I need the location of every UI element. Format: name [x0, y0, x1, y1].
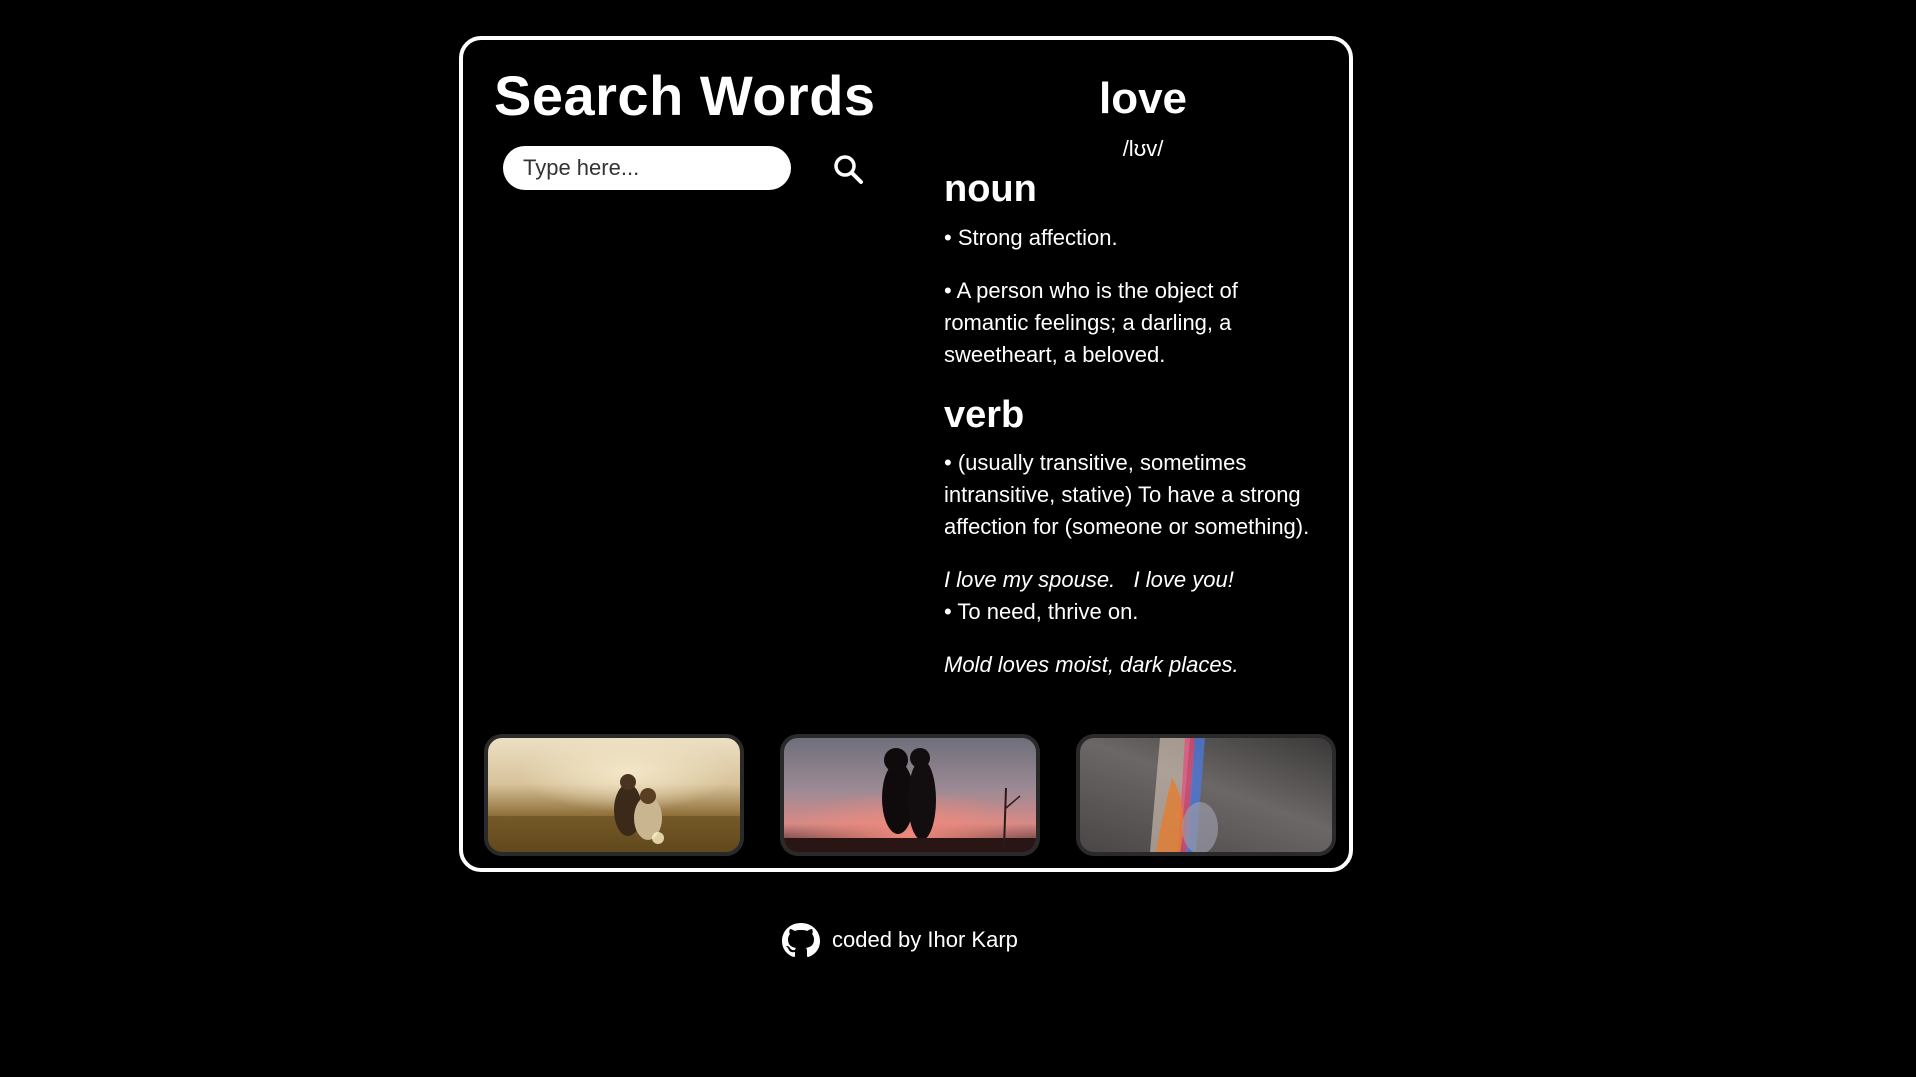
gallery-image-hands-rainbow[interactable] [1076, 734, 1336, 856]
example-sentence: I love my spouse. I love you! [944, 567, 1234, 592]
footer: coded by Ihor Karp [780, 918, 1018, 962]
author-link[interactable]: coded by Ihor Karp [780, 921, 1018, 959]
app-title: Search Words [494, 64, 876, 127]
github-icon [782, 923, 820, 957]
part-of-speech-noun: noun [944, 168, 1037, 210]
word-title: love [1098, 74, 1188, 123]
gallery-image-couple-field[interactable] [484, 734, 744, 856]
kiss-silhouette [784, 748, 1036, 852]
hands-rainbow [1150, 738, 1218, 852]
image-gallery [484, 734, 1336, 858]
phonetic: /lʊv/ [1122, 136, 1164, 161]
search-button[interactable] [828, 150, 868, 190]
dictionary-card: Search Words love /lʊv/ noun • Strong af… [459, 36, 1353, 872]
gallery-image-couple-kiss[interactable] [780, 734, 1040, 856]
definition-item: • A person who is the object of romantic… [944, 277, 1238, 367]
definition-item: • To need, thrive on. [944, 599, 1139, 624]
footer-text: coded by Ihor Karp [832, 927, 1018, 952]
definition-item: • (usually transitive, sometimes intrans… [944, 450, 1310, 539]
couple-silhouette [488, 774, 740, 852]
definition-item: • Strong affection. [944, 224, 1118, 250]
example-sentence: Mold loves moist, dark places. [944, 652, 1239, 677]
search-input[interactable] [503, 146, 791, 190]
part-of-speech-verb: verb [944, 393, 1025, 436]
definitions-panel: noun • Strong affection. • A person who … [944, 166, 1314, 702]
search-icon [834, 154, 863, 184]
